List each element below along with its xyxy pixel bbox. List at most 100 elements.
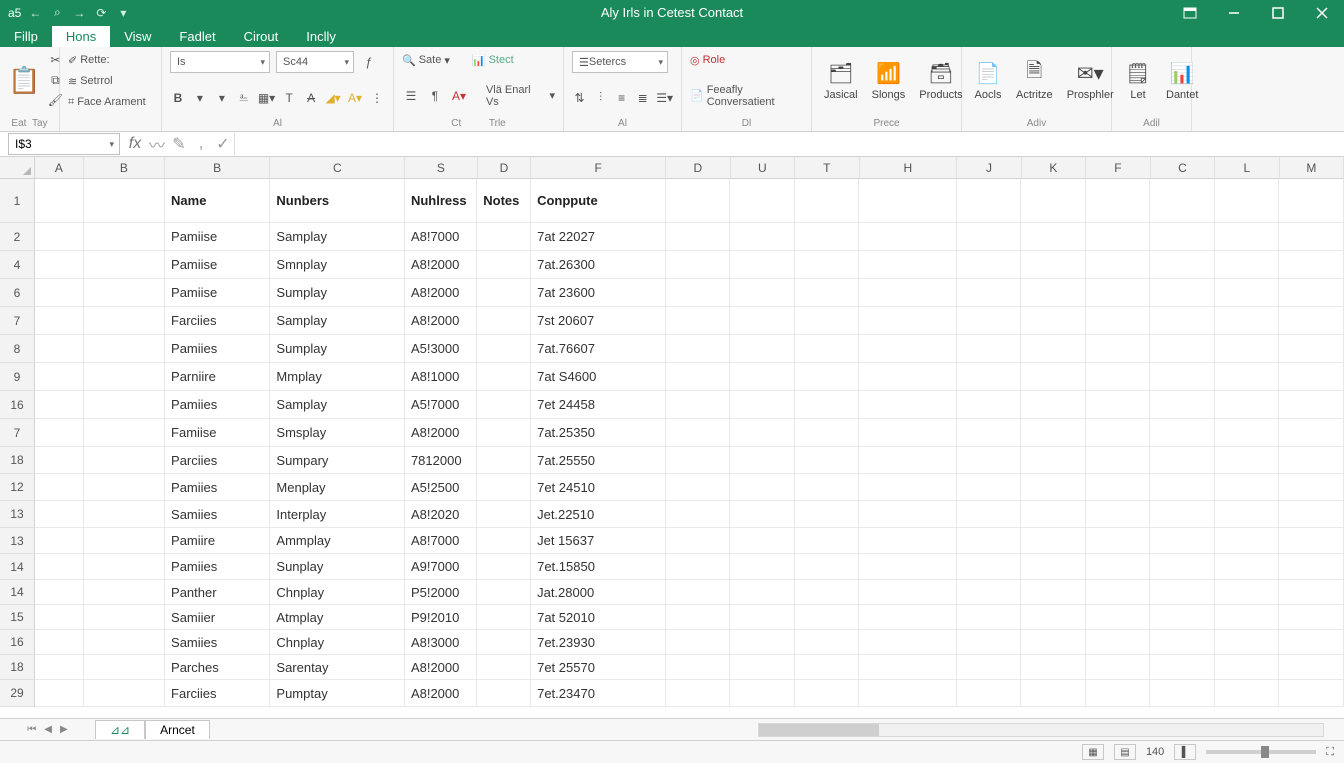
data-cell[interactable]: [957, 655, 1022, 680]
data-cell[interactable]: [84, 501, 165, 528]
data-cell[interactable]: Sumpary: [270, 447, 405, 474]
fx-icon[interactable]: fx: [124, 133, 146, 155]
data-cell[interactable]: [1086, 630, 1151, 655]
data-cell[interactable]: Farciies: [165, 680, 270, 707]
column-header[interactable]: D: [666, 157, 730, 179]
data-cell[interactable]: [84, 447, 165, 474]
data-cell[interactable]: Samplay: [270, 223, 405, 251]
data-cell[interactable]: 7et.15850: [531, 554, 666, 580]
stect-button[interactable]: 📊 Stect: [472, 51, 514, 69]
header-cell[interactable]: [957, 179, 1022, 223]
t-icon[interactable]: T: [281, 89, 297, 107]
data-cell[interactable]: [1279, 335, 1344, 363]
data-cell[interactable]: [477, 391, 531, 419]
data-cell[interactable]: [35, 630, 84, 655]
data-cell[interactable]: [84, 474, 165, 501]
data-cell[interactable]: A5!3000: [405, 335, 477, 363]
data-cell[interactable]: [1279, 655, 1344, 680]
data-cell[interactable]: A5!7000: [405, 391, 477, 419]
data-cell[interactable]: [84, 363, 165, 391]
slongs-button[interactable]: 📶Slongs: [868, 57, 910, 103]
data-cell[interactable]: [477, 655, 531, 680]
data-cell[interactable]: [1086, 680, 1151, 707]
data-cell[interactable]: [1021, 630, 1086, 655]
data-cell[interactable]: [84, 391, 165, 419]
data-cell[interactable]: [477, 279, 531, 307]
tab-data[interactable]: Cirout: [230, 26, 293, 47]
data-cell[interactable]: [35, 419, 84, 447]
data-cell[interactable]: [1215, 307, 1280, 335]
row-header[interactable]: 16: [0, 391, 35, 419]
setrol-button[interactable]: ≋Setrrol: [68, 72, 153, 90]
data-cell[interactable]: [957, 528, 1022, 554]
data-cell[interactable]: [1021, 279, 1086, 307]
data-cell[interactable]: [1215, 501, 1280, 528]
data-cell[interactable]: [1150, 447, 1215, 474]
data-cell[interactable]: Smnplay: [270, 251, 405, 279]
data-cell[interactable]: [1086, 605, 1151, 630]
data-cell[interactable]: [1021, 501, 1086, 528]
indent-icon[interactable]: ¶: [426, 87, 444, 105]
data-cell[interactable]: [477, 363, 531, 391]
data-cell[interactable]: [730, 605, 795, 630]
data-cell[interactable]: [795, 447, 860, 474]
page-layout-icon[interactable]: ▤: [1114, 744, 1136, 760]
data-cell[interactable]: [84, 630, 165, 655]
align-icon[interactable]: ☰: [402, 87, 420, 105]
data-cell[interactable]: [859, 655, 957, 680]
data-cell[interactable]: Sumplay: [270, 335, 405, 363]
data-cell[interactable]: [1086, 501, 1151, 528]
data-cell[interactable]: [730, 419, 795, 447]
font-size-select[interactable]: Sc44: [276, 51, 354, 73]
data-cell[interactable]: [1279, 605, 1344, 630]
data-cell[interactable]: [730, 335, 795, 363]
header-cell[interactable]: [1215, 179, 1280, 223]
data-cell[interactable]: [1150, 391, 1215, 419]
data-cell[interactable]: [957, 307, 1022, 335]
data-cell[interactable]: A8!2000: [405, 419, 477, 447]
data-cell[interactable]: [84, 680, 165, 707]
dantet-button[interactable]: 📊Dantet: [1162, 57, 1202, 103]
data-cell[interactable]: [477, 335, 531, 363]
data-cell[interactable]: 7at S4600: [531, 363, 666, 391]
data-cell[interactable]: Samplay: [270, 391, 405, 419]
data-cell[interactable]: [1086, 655, 1151, 680]
data-cell[interactable]: Interplay: [270, 501, 405, 528]
data-cell[interactable]: 7at.25550: [531, 447, 666, 474]
data-cell[interactable]: [1279, 501, 1344, 528]
data-cell[interactable]: [666, 605, 731, 630]
misc-icon[interactable]: ⋮: [369, 89, 385, 107]
search-icon[interactable]: ⌕: [49, 5, 65, 21]
column-header[interactable]: L: [1215, 157, 1279, 179]
data-cell[interactable]: [1150, 363, 1215, 391]
data-cell[interactable]: [795, 251, 860, 279]
data-cell[interactable]: [730, 528, 795, 554]
row-header[interactable]: 14: [0, 554, 35, 580]
data-cell[interactable]: [477, 419, 531, 447]
data-cell[interactable]: [859, 251, 957, 279]
data-cell[interactable]: Pamiies: [165, 554, 270, 580]
data-cell[interactable]: [795, 474, 860, 501]
header-cell[interactable]: [35, 179, 84, 223]
data-cell[interactable]: [666, 630, 731, 655]
column-header[interactable]: D: [478, 157, 532, 179]
header-cell[interactable]: [795, 179, 860, 223]
data-cell[interactable]: [1215, 580, 1280, 605]
data-cell[interactable]: [477, 447, 531, 474]
data-cell[interactable]: [1086, 251, 1151, 279]
data-cell[interactable]: [477, 474, 531, 501]
data-cell[interactable]: [84, 554, 165, 580]
data-cell[interactable]: [1150, 223, 1215, 251]
font-color-icon[interactable]: A▾: [347, 89, 363, 107]
header-cell[interactable]: Conppute: [531, 179, 666, 223]
data-cell[interactable]: [859, 554, 957, 580]
data-cell[interactable]: [1150, 528, 1215, 554]
header-cell[interactable]: [859, 179, 957, 223]
data-cell[interactable]: A8!2020: [405, 501, 477, 528]
data-cell[interactable]: [1215, 554, 1280, 580]
fill-color-icon[interactable]: ◢▾: [325, 89, 341, 107]
data-cell[interactable]: [1279, 363, 1344, 391]
data-cell[interactable]: [1279, 251, 1344, 279]
header-cell[interactable]: Nunbers: [270, 179, 405, 223]
data-cell[interactable]: [957, 554, 1022, 580]
